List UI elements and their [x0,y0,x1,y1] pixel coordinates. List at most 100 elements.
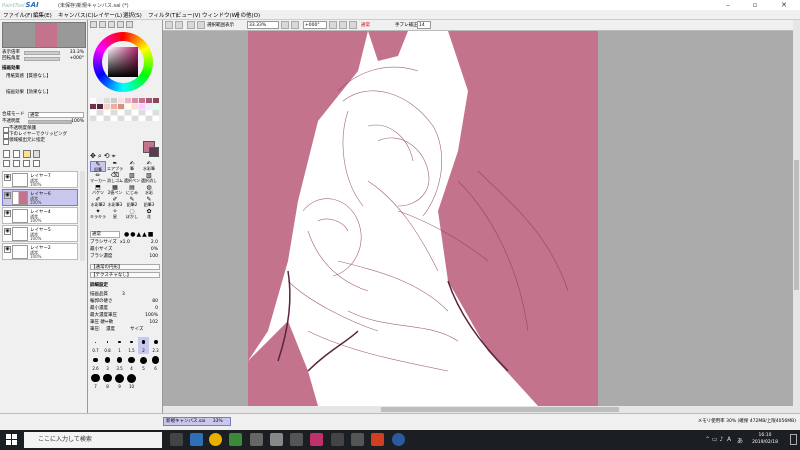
minimize-button[interactable]: – [716,0,740,10]
color-swatch[interactable] [146,104,152,109]
brush-size-preset[interactable]: 10 [126,373,137,390]
redo-icon[interactable] [175,21,183,29]
brush-size-preset[interactable]: 0.8 [102,337,113,354]
rotate-right-icon[interactable] [339,21,347,29]
color-swatch[interactable] [111,110,117,115]
color-swatch[interactable] [118,110,124,115]
color-swatch[interactable] [97,110,103,115]
layer-item[interactable]: ◉ レイヤー2 通常 100% [2,243,78,260]
brush-size-mult[interactable]: x1.0 [120,240,130,246]
notification-icon[interactable] [790,434,797,445]
zoom-field[interactable]: 33.33% [247,21,279,29]
color-swatch[interactable] [153,110,159,115]
zoom-in-icon[interactable] [291,21,299,29]
pressure-row[interactable]: 筆圧: 濃度 サイズ [90,327,160,333]
color-swatch[interactable] [125,98,131,103]
edge-hardness-row[interactable]: 輪郭の硬さ 80 [90,299,160,305]
menu-filter[interactable]: フィルタ(T) [148,11,178,19]
scratchpad-mode-icon[interactable] [126,21,133,28]
color-swatch[interactable] [97,116,103,121]
min-size-row[interactable]: 最小サイズ 0% [90,247,160,253]
app-icon-6[interactable] [351,433,364,446]
brush-mode-select[interactable]: 通常 [90,231,120,238]
texture-select[interactable]: 用紙質感【質感なし】 [2,74,86,80]
horizontal-scroll-thumb[interactable] [381,407,619,412]
eye-icon[interactable]: ◉ [4,246,11,253]
brush-tip-shapes[interactable]: ●●▲▲■ [124,231,154,238]
brush-size-preset[interactable]: 7 [90,373,101,390]
blend-mode-row[interactable]: 合成モード 通常 [2,112,86,118]
tool-3[interactable]: ✍ 筆 [124,161,140,172]
tool-17[interactable]: ✦ キラキラ [90,209,106,220]
menu-window[interactable]: ウィンドウ(W) [202,11,239,19]
color-swatch[interactable] [139,104,145,109]
opacity-row[interactable]: 不透明度 100% [2,119,86,125]
color-swatch[interactable] [125,116,131,121]
sai-taskbar-icon[interactable] [229,433,242,446]
brush-size-preset[interactable]: 5 [138,355,149,372]
app-icon-4[interactable] [310,433,323,446]
color-swatch[interactable] [125,110,131,115]
color-swatch[interactable] [153,116,159,121]
color-swatch[interactable] [111,98,117,103]
tool-6[interactable]: ⌫ 消しゴム [107,173,123,184]
brush-size-preset[interactable]: 2.3 [150,337,161,354]
brush-size-preset[interactable]: 4 [126,355,137,372]
brush-size-row[interactable]: ブラシサイズ x1.0 2.0 [90,240,160,246]
color-wheel-mode-icon[interactable] [90,21,97,28]
eye-icon[interactable]: ◉ [4,210,11,217]
brush-size-preset[interactable]: 3 [102,355,113,372]
menu-canvas[interactable]: キャンバス(C) [58,11,94,19]
detect-source-checkbox[interactable]: 領域検出元に指定 [2,138,86,145]
color-wheel[interactable] [93,32,153,92]
effect-select[interactable]: 描画効果【効果なし】 [2,90,86,96]
tool-9[interactable]: ⬒ バケツ [90,185,106,196]
hard-soft-row[interactable]: 筆圧 硬⇔軟 102 [90,320,160,326]
swatch-mode-icon[interactable] [117,21,124,28]
min-density-row[interactable]: 最小濃度 0 [90,306,160,312]
color-swatch[interactable] [132,116,138,121]
zoom-out-icon[interactable] [281,21,289,29]
delete-layer-icon[interactable] [33,150,40,158]
menu-edit[interactable]: 編集(E) [33,11,52,19]
rotate-left-icon[interactable] [329,21,337,29]
layer-item[interactable]: ◉ レイヤー5 通常 100% [2,225,78,242]
color-swatch[interactable] [153,104,159,109]
color-swatch[interactable] [90,116,96,121]
tool-12[interactable]: ◍ 水彩 [141,185,157,196]
opacity-slider[interactable] [28,120,72,124]
edge-icon[interactable] [190,433,203,446]
layer-scrollbar[interactable] [80,171,85,261]
color-swatch[interactable] [132,110,138,115]
tool-13[interactable]: ✐ 水彩筆2 [90,197,106,208]
color-swatch[interactable] [104,98,110,103]
layer-item-selected[interactable]: ◉ レイヤー6 通常 100% [2,189,78,206]
nav-zoom-slider[interactable] [24,51,60,55]
color-swatch[interactable] [132,104,138,109]
pressure-density-checkbox[interactable]: 濃度 [106,327,115,333]
brush-size-preset[interactable]: 8 [102,373,113,390]
layer-item[interactable]: ◉ レイヤー7 通常 100% [2,171,78,188]
brush-size-preset[interactable]: 1.5 [126,337,137,354]
brush-density-row[interactable]: ブラシ濃度 100 [90,254,160,260]
brush-size-preset[interactable]: 2 [138,337,149,354]
tool-15[interactable]: ✎ 鉛筆2 [124,197,140,208]
brush-texture-select[interactable]: 【テクスチャなし】 [90,272,160,278]
color-swatch[interactable] [90,110,96,115]
deselect-icon[interactable] [187,21,195,29]
app-icon-1[interactable] [250,433,263,446]
nav-angle-row[interactable]: 回転角度 +000° [2,56,86,62]
saturation-value-square[interactable] [108,47,138,77]
eye-icon[interactable]: ◉ [4,192,11,199]
menu-select[interactable]: 選択(S) [123,11,142,19]
merge-down-icon[interactable] [13,160,20,167]
color-swatch[interactable] [90,104,96,109]
brush-size-preset[interactable]: 3.5 [114,355,125,372]
color-swatch[interactable] [146,110,152,115]
tool-18[interactable]: ✧ 星 [107,209,123,220]
layer-settings-icon[interactable] [33,160,40,167]
background-color[interactable] [149,147,159,157]
brush-size-preset[interactable]: 6 [150,355,161,372]
taskbar-search[interactable]: ここに入力して検索 [24,432,162,448]
nav-angle-slider[interactable] [24,57,60,61]
